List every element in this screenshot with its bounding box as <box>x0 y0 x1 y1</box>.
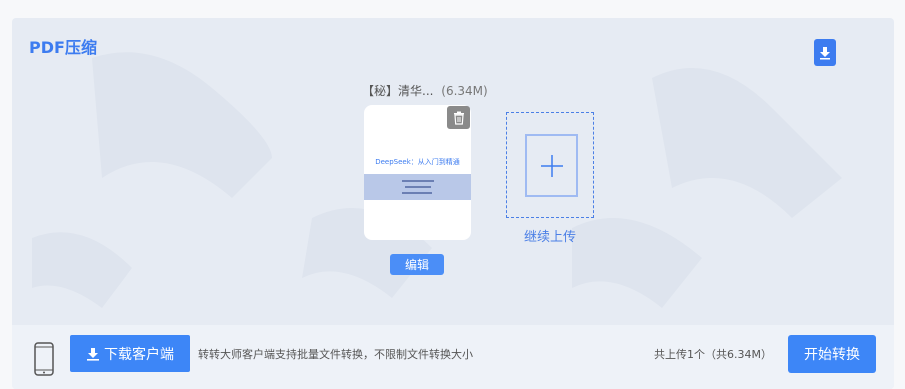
continue-upload-box[interactable] <box>506 112 594 218</box>
trash-icon[interactable] <box>447 106 470 129</box>
upload-frame <box>525 134 578 197</box>
file-name-text: 【秘】清华... <box>362 84 434 98</box>
phone-icon <box>34 342 54 376</box>
preview-line <box>402 180 434 182</box>
upload-summary: 共上传1个（共6.34M） <box>654 348 772 361</box>
download-arrow-icon <box>87 347 99 361</box>
start-convert-button[interactable]: 开始转换 <box>788 335 876 373</box>
bottom-bar: 下载客户端 转转大师客户端支持批量文件转换，不限制文件转换大小 共上传1个（共6… <box>12 325 894 389</box>
preview-title: DeepSeek：从入门到精通 <box>375 158 460 166</box>
edit-button[interactable]: 编辑 <box>390 254 444 275</box>
preview-band <box>364 174 471 200</box>
continue-upload-label[interactable]: 继续上传 <box>506 226 594 245</box>
plus-icon <box>540 154 563 177</box>
preview-line <box>405 186 431 188</box>
download-client-button[interactable]: 下载客户端 <box>70 335 190 372</box>
file-size: (6.34M) <box>441 84 488 98</box>
download-icon[interactable] <box>814 39 836 66</box>
download-client-label: 下载客户端 <box>104 346 174 363</box>
preview-line <box>402 192 432 194</box>
client-hint: 转转大师客户端支持批量文件转换，不限制文件转换大小 <box>198 348 473 361</box>
page-title: PDF压缩 <box>29 38 97 57</box>
pdf-compress-panel: PDF压缩 【秘】清华... (6.34M) DeepSeek：从入门到精通 编… <box>12 18 894 389</box>
file-name: 【秘】清华... (6.34M) <box>362 82 488 99</box>
